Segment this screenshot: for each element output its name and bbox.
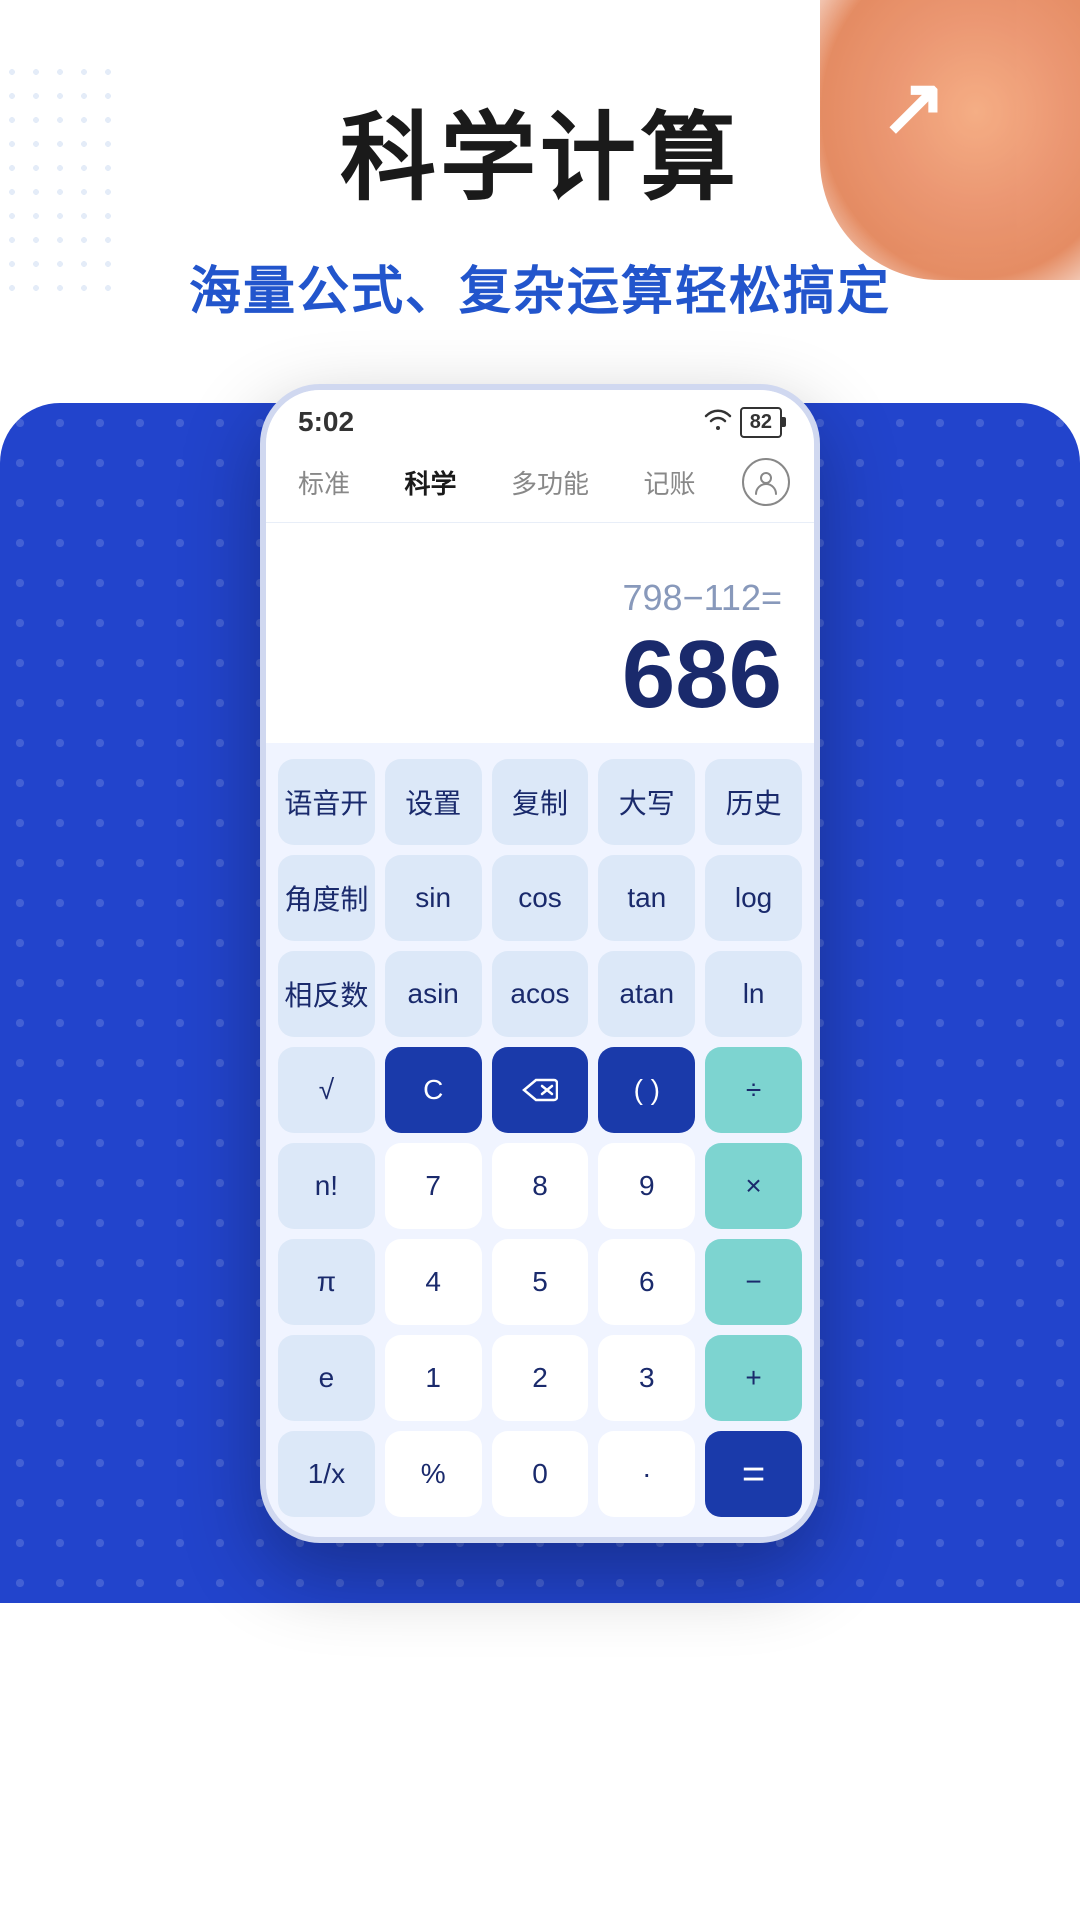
result: 686 bbox=[622, 627, 782, 723]
dot-pattern-decoration bbox=[0, 60, 120, 300]
key-negate[interactable]: 相反数 bbox=[278, 951, 375, 1037]
key-8[interactable]: 8 bbox=[492, 1143, 589, 1229]
key-row-5: n! 7 8 9 × bbox=[278, 1143, 802, 1229]
key-asin[interactable]: asin bbox=[385, 951, 482, 1037]
key-settings[interactable]: 设置 bbox=[385, 759, 482, 845]
key-row-6: π 4 5 6 − bbox=[278, 1239, 802, 1325]
key-subtract[interactable]: − bbox=[705, 1239, 802, 1325]
key-6[interactable]: 6 bbox=[598, 1239, 695, 1325]
key-euler[interactable]: e bbox=[278, 1335, 375, 1421]
key-parens[interactable]: ( ) bbox=[598, 1047, 695, 1133]
key-pi[interactable]: π bbox=[278, 1239, 375, 1325]
key-4[interactable]: 4 bbox=[385, 1239, 482, 1325]
key-equals[interactable]: = bbox=[705, 1431, 802, 1517]
key-sin[interactable]: sin bbox=[385, 855, 482, 941]
key-sqrt[interactable]: √ bbox=[278, 1047, 375, 1133]
key-1[interactable]: 1 bbox=[385, 1335, 482, 1421]
tab-accounting[interactable]: 记账 bbox=[636, 460, 704, 505]
top-section: 科学计算 海量公式、复杂运算轻松搞定 bbox=[0, 0, 1080, 364]
key-row-2: 角度制 sin cos tan log bbox=[278, 855, 802, 941]
key-voice[interactable]: 语音开 bbox=[278, 759, 375, 845]
status-time: 5:02 bbox=[298, 406, 354, 438]
tab-standard[interactable]: 标准 bbox=[290, 460, 358, 505]
wifi-icon bbox=[704, 408, 732, 437]
battery-icon: 82 bbox=[740, 407, 782, 438]
key-decimal[interactable]: · bbox=[598, 1431, 695, 1517]
key-2[interactable]: 2 bbox=[492, 1335, 589, 1421]
key-copy[interactable]: 复制 bbox=[492, 759, 589, 845]
phone-wrapper: 5:02 82 标准 科学 多功能 记账 bbox=[0, 384, 1080, 1603]
key-tan[interactable]: tan bbox=[598, 855, 695, 941]
tab-science[interactable]: 科学 bbox=[397, 460, 465, 505]
key-7[interactable]: 7 bbox=[385, 1143, 482, 1229]
display-area: 798−112= 686 bbox=[266, 523, 814, 743]
key-reciprocal[interactable]: 1/x bbox=[278, 1431, 375, 1517]
key-factorial[interactable]: n! bbox=[278, 1143, 375, 1229]
profile-button[interactable] bbox=[742, 458, 790, 506]
key-cos[interactable]: cos bbox=[492, 855, 589, 941]
hand-decoration bbox=[820, 0, 1080, 280]
keyboard: 语音开 设置 复制 大写 历史 角度制 sin cos tan log 相反数 … bbox=[266, 743, 814, 1537]
key-row-7: e 1 2 3 + bbox=[278, 1335, 802, 1421]
key-0[interactable]: 0 bbox=[492, 1431, 589, 1517]
nav-tabs: 标准 科学 多功能 记账 bbox=[266, 446, 814, 523]
key-add[interactable]: + bbox=[705, 1335, 802, 1421]
phone-frame: 5:02 82 标准 科学 多功能 记账 bbox=[260, 384, 820, 1543]
key-atan[interactable]: atan bbox=[598, 951, 695, 1037]
key-3[interactable]: 3 bbox=[598, 1335, 695, 1421]
key-backspace[interactable] bbox=[492, 1047, 589, 1133]
key-divide[interactable]: ÷ bbox=[705, 1047, 802, 1133]
key-multiply[interactable]: × bbox=[705, 1143, 802, 1229]
key-log[interactable]: log bbox=[705, 855, 802, 941]
key-row-3: 相反数 asin acos atan ln bbox=[278, 951, 802, 1037]
key-angle[interactable]: 角度制 bbox=[278, 855, 375, 941]
key-ln[interactable]: ln bbox=[705, 951, 802, 1037]
key-row-1: 语音开 设置 复制 大写 历史 bbox=[278, 759, 802, 845]
tab-multi[interactable]: 多功能 bbox=[503, 460, 597, 505]
key-uppercase[interactable]: 大写 bbox=[598, 759, 695, 845]
key-history[interactable]: 历史 bbox=[705, 759, 802, 845]
key-9[interactable]: 9 bbox=[598, 1143, 695, 1229]
key-5[interactable]: 5 bbox=[492, 1239, 589, 1325]
expression: 798−112= bbox=[622, 577, 782, 619]
key-row-4: √ C ( ) ÷ bbox=[278, 1047, 802, 1133]
status-bar: 5:02 82 bbox=[266, 390, 814, 446]
key-row-bottom: 1/x % 0 · = bbox=[278, 1431, 802, 1517]
key-acos[interactable]: acos bbox=[492, 951, 589, 1037]
key-clear[interactable]: C bbox=[385, 1047, 482, 1133]
status-icons: 82 bbox=[704, 407, 782, 438]
key-percent[interactable]: % bbox=[385, 1431, 482, 1517]
